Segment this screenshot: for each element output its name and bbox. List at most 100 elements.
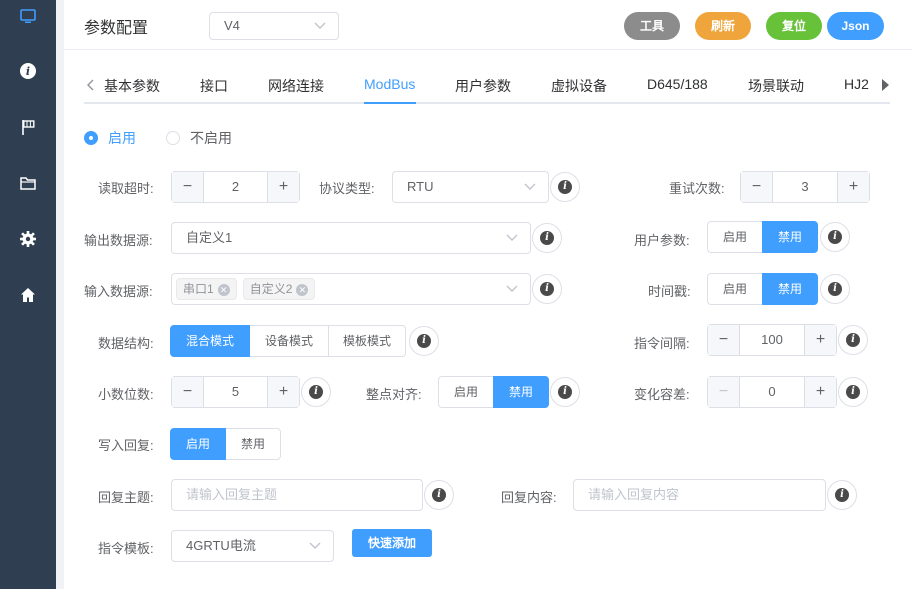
decimals-info-icon[interactable]: i: [301, 377, 331, 407]
tab-user-params[interactable]: 用户参数: [455, 76, 511, 96]
input-source-tag: 自定义2 ✕: [242, 278, 316, 300]
cmd-interval-minus[interactable]: −: [708, 325, 740, 355]
tab-modbus[interactable]: ModBus: [364, 76, 415, 92]
reply-content-label: 回复内容:: [501, 490, 557, 505]
config-panel: 参数配置 V4 工具 刷新 复位 Json 基本参数 接口 网络连接 ModBu…: [64, 0, 912, 589]
decimals-plus[interactable]: +: [267, 377, 299, 407]
output-source-select[interactable]: 自定义1: [171, 222, 531, 254]
align-disable[interactable]: 禁用: [493, 376, 549, 408]
output-source-value: 自定义1: [186, 230, 233, 245]
retries-minus[interactable]: −: [741, 172, 773, 202]
tolerance-minus[interactable]: −: [708, 377, 740, 407]
tab-hj2[interactable]: HJ2: [844, 76, 869, 92]
reset-button[interactable]: 复位: [766, 12, 822, 40]
cmd-interval-plus[interactable]: +: [804, 325, 836, 355]
version-select[interactable]: V4: [209, 12, 339, 40]
write-reply-disable[interactable]: 禁用: [225, 428, 281, 460]
cmd-interval-info-icon[interactable]: i: [838, 325, 868, 355]
radio-disable-label: 不启用: [190, 130, 232, 146]
protocol-info-icon[interactable]: i: [550, 172, 580, 202]
retries-plus[interactable]: +: [837, 172, 869, 202]
chevron-down-icon: [506, 234, 518, 241]
flag-icon[interactable]: [16, 115, 40, 139]
tag-close-icon[interactable]: ✕: [217, 284, 230, 296]
tag-label: 串口1: [183, 282, 214, 296]
chevron-left-icon[interactable]: [86, 78, 96, 92]
user-params-disable[interactable]: 禁用: [762, 221, 818, 253]
user-params-enable[interactable]: 启用: [707, 221, 763, 253]
read-timeout-stepper[interactable]: − 2 +: [171, 171, 300, 203]
cmd-interval-value[interactable]: 100: [740, 325, 804, 355]
tab-scene-linkage[interactable]: 场景联动: [748, 76, 804, 96]
timestamp-enable[interactable]: 启用: [707, 273, 763, 305]
tab-basic-params[interactable]: 基本参数: [104, 76, 160, 96]
input-source-info-icon[interactable]: i: [532, 274, 562, 304]
retries-value[interactable]: 3: [773, 172, 837, 202]
mode-device[interactable]: 设备模式: [249, 325, 329, 357]
gear-icon[interactable]: [16, 227, 40, 251]
tab-virtual-device[interactable]: 虚拟设备: [551, 76, 607, 96]
tab-interface[interactable]: 接口: [200, 76, 228, 96]
align-enable[interactable]: 启用: [438, 376, 494, 408]
mode-mixed[interactable]: 混合模式: [170, 325, 250, 357]
chevron-down-icon: [506, 285, 518, 292]
retries-stepper[interactable]: − 3 +: [740, 171, 870, 203]
reply-topic-info-icon[interactable]: i: [424, 480, 454, 510]
home-icon[interactable]: [16, 283, 40, 307]
tab-d645[interactable]: D645/188: [647, 76, 708, 92]
reply-content-info-icon[interactable]: i: [827, 480, 857, 510]
chevron-right-icon[interactable]: [880, 78, 890, 92]
svg-text:i: i: [26, 65, 30, 78]
folder-icon[interactable]: [16, 171, 40, 195]
cmd-template-value: 4GRTU电流: [186, 538, 256, 553]
cmd-interval-stepper[interactable]: − 100 +: [707, 324, 837, 356]
tool-button[interactable]: 工具: [624, 12, 680, 40]
cmd-template-select[interactable]: 4GRTU电流: [171, 530, 334, 562]
decimals-stepper[interactable]: − 5 +: [171, 376, 300, 408]
output-source-label: 输出数据源:: [84, 233, 153, 248]
user-params-toggle: 启用 禁用: [707, 221, 818, 253]
version-value: V4: [224, 18, 240, 33]
cmd-interval-label: 指令间隔:: [634, 336, 690, 351]
decimals-value[interactable]: 5: [204, 377, 267, 407]
timestamp-disable[interactable]: 禁用: [762, 273, 818, 305]
radio-enable[interactable]: 启用: [84, 128, 136, 148]
radio-disable[interactable]: 不启用: [166, 128, 232, 148]
data-structure-toggle: 混合模式 设备模式 模板模式: [170, 325, 406, 357]
reply-content-input[interactable]: 请输入回复内容: [573, 479, 826, 511]
align-label: 整点对齐:: [366, 387, 422, 402]
tab-network[interactable]: 网络连接: [268, 76, 324, 96]
radio-enable-label: 启用: [108, 130, 136, 146]
active-tab-indicator: [364, 102, 416, 104]
json-button[interactable]: Json: [827, 12, 884, 40]
refresh-button[interactable]: 刷新: [695, 12, 751, 40]
tolerance-plus[interactable]: +: [804, 377, 836, 407]
chevron-down-icon: [314, 22, 326, 29]
data-structure-info-icon[interactable]: i: [409, 326, 439, 356]
tag-close-icon[interactable]: ✕: [296, 284, 309, 296]
read-timeout-minus[interactable]: −: [172, 172, 204, 202]
input-source-label: 输入数据源:: [84, 284, 153, 299]
write-reply-enable[interactable]: 启用: [170, 428, 226, 460]
tolerance-stepper[interactable]: − 0 +: [707, 376, 837, 408]
input-source-select[interactable]: 串口1 ✕ 自定义2 ✕: [171, 273, 531, 305]
timestamp-label: 时间戳:: [648, 284, 691, 299]
chevron-down-icon: [524, 183, 536, 190]
read-timeout-plus[interactable]: +: [267, 172, 299, 202]
timestamp-info-icon[interactable]: i: [820, 274, 850, 304]
read-timeout-value[interactable]: 2: [204, 172, 267, 202]
write-reply-label: 写入回复:: [98, 438, 154, 453]
tolerance-value[interactable]: 0: [740, 377, 804, 407]
decimals-minus[interactable]: −: [172, 377, 204, 407]
reply-topic-input[interactable]: 请输入回复主题: [171, 479, 423, 511]
align-info-icon[interactable]: i: [550, 377, 580, 407]
info-icon[interactable]: i: [16, 59, 40, 83]
mode-template[interactable]: 模板模式: [328, 325, 406, 357]
tab-bar: 基本参数 接口 网络连接 ModBus 用户参数 虚拟设备 D645/188 场…: [84, 66, 890, 104]
tolerance-info-icon[interactable]: i: [838, 377, 868, 407]
user-params-info-icon[interactable]: i: [820, 222, 850, 252]
monitor-icon[interactable]: [16, 4, 40, 28]
protocol-select[interactable]: RTU: [392, 171, 549, 203]
quick-add-button[interactable]: 快速添加: [352, 529, 432, 557]
output-source-info-icon[interactable]: i: [532, 223, 562, 253]
